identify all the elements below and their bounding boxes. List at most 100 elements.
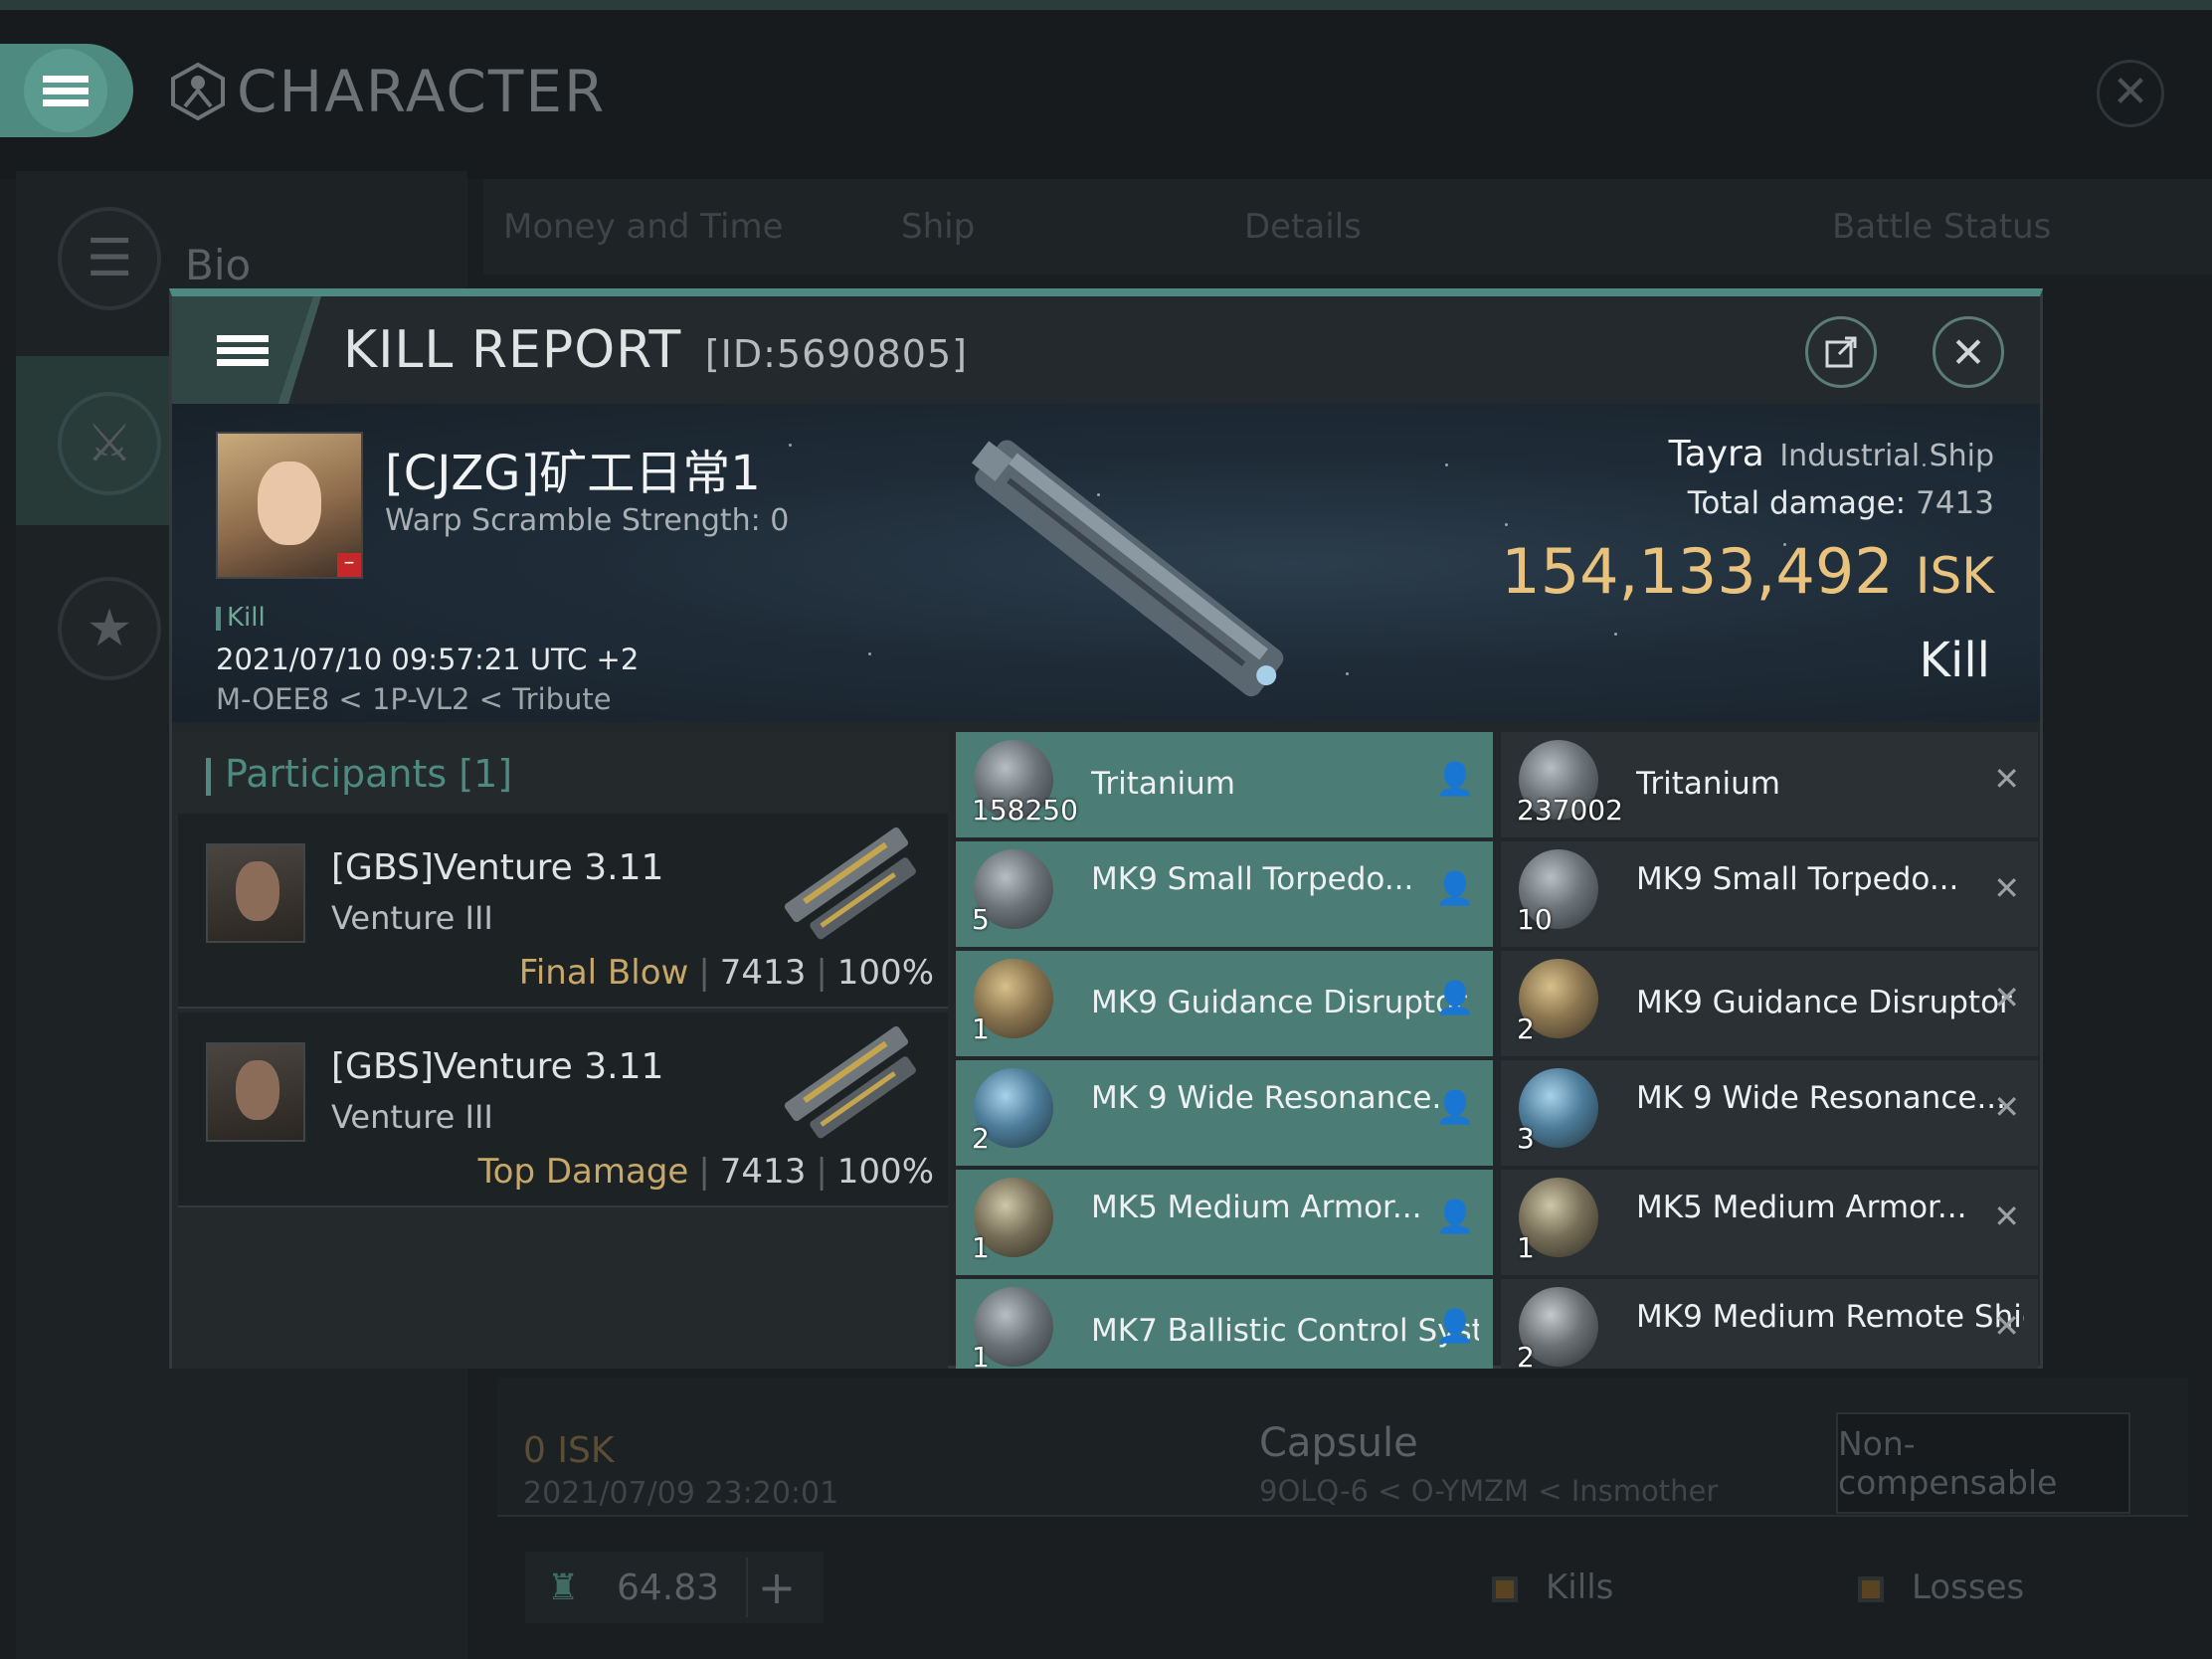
window-title-text: CHARACTER — [237, 58, 607, 125]
item-name: MK 9 Wide Resonance... — [1091, 1080, 1461, 1116]
participant-stats: Final Blow | 7413 | 100% — [518, 953, 934, 993]
losses-checkbox-icon — [1858, 1575, 1884, 1602]
losses-filter[interactable]: Losses — [1858, 1567, 2024, 1607]
total-damage-value: 7413 — [1916, 485, 1994, 521]
non-compensable-badge: Non-compensable — [1836, 1412, 2130, 1514]
items-list: 158250 Tritanium 👤 5 MK9 Small Torpedo..… — [956, 732, 2040, 1369]
kills-filter[interactable]: Kills — [1492, 1567, 1613, 1607]
kill-report-id: [ID:5690805] — [704, 332, 968, 376]
destroyed-item[interactable]: 237002 Tritanium ✕ — [1501, 732, 2038, 837]
dropped-item[interactable]: 1 MK5 Medium Armor... 👤 — [956, 1170, 1493, 1275]
tab-ship[interactable]: Ship — [901, 207, 975, 247]
participants-header-text: Participants [1] — [225, 752, 513, 796]
loss-ship-name: Capsule — [1259, 1420, 1418, 1466]
participant-name: [GBS]Venture 3.11 — [331, 1046, 664, 1087]
item-quantity: 2 — [1517, 1013, 1535, 1045]
kill-type-label: Kill — [227, 603, 266, 633]
item-quantity: 1 — [1517, 1231, 1535, 1264]
character-icon — [171, 62, 225, 121]
tab-battle-status[interactable]: Battle Status — [1832, 207, 2051, 247]
ship-type[interactable]: Tayra Industrial Ship — [1669, 434, 1994, 474]
participants-panel: Participants [1] [GBS]Venture 3.11 Ventu… — [172, 732, 948, 1369]
character-close-button[interactable]: ✕ — [2097, 60, 2164, 127]
plex-value: 64.83 — [617, 1567, 720, 1608]
background-tabs: Money and Time Ship Details Battle Statu… — [483, 179, 2212, 275]
destroyed-item[interactable]: 2 MK9 Medium Remote Shield ... ✕ — [1501, 1279, 2038, 1369]
destroyed-item[interactable]: 1 MK5 Medium Armor... ✕ — [1501, 1170, 2038, 1275]
kill-report-close-button[interactable]: ✕ — [1933, 316, 2004, 388]
item-quantity: 5 — [972, 903, 990, 936]
participant-ship: Venture III — [331, 899, 493, 937]
share-button[interactable] — [1805, 316, 1877, 388]
kill-report-header: KILL REPORT [ID:5690805] ✕ — [172, 296, 2040, 404]
participant-row[interactable]: [GBS]Venture 3.11 Venture III Final Blow… — [178, 814, 948, 1009]
dropped-item[interactable]: 158250 Tritanium 👤 — [956, 732, 1493, 837]
item-quantity: 1 — [972, 1231, 990, 1264]
tab-details[interactable]: Details — [1244, 207, 1362, 247]
item-name: MK7 Ballistic Control System — [1091, 1313, 1479, 1349]
participant-stats: Top Damage | 7413 | 100% — [477, 1152, 934, 1192]
hamburger-icon — [24, 49, 107, 132]
kill-report-dialog: KILL REPORT [ID:5690805] ✕ – [CJZG]矿工日常1… — [169, 288, 2043, 1369]
dropped-item[interactable]: 1 MK7 Ballistic Control System 👤 — [956, 1279, 1493, 1369]
participant-damage: 7413 — [719, 953, 807, 993]
isk-loss-value: 154,133,492 ISK — [1501, 535, 1994, 608]
dropped-item[interactable]: 2 MK 9 Wide Resonance... 👤 — [956, 1060, 1493, 1166]
victim-name[interactable]: [CJZG]矿工日常1 — [385, 434, 761, 503]
plex-icon: ♜ — [547, 1567, 580, 1608]
destroyed-x-icon: ✕ — [1993, 979, 2020, 1016]
destroyed-item[interactable]: 3 MK 9 Wide Resonance... ✕ — [1501, 1060, 2038, 1166]
add-plex-button[interactable]: + — [746, 1558, 806, 1617]
total-damage: Total damage: 7413 — [1688, 485, 1994, 521]
kill-type-tag: Kill — [216, 603, 266, 633]
kill-report-title-text: KILL REPORT — [343, 320, 682, 380]
victim-banner: – [CJZG]矿工日常1 Warp Scramble Strength: 0 … — [172, 404, 2040, 722]
participant-damage: 7413 — [719, 1152, 807, 1192]
close-icon: ✕ — [1950, 327, 1986, 377]
participants-header: Participants [1] — [206, 752, 512, 796]
crossed-swords-icon: ⚔ — [58, 392, 161, 495]
destroyed-x-icon: ✕ — [1993, 1307, 2020, 1345]
participant-ship: Venture III — [331, 1098, 493, 1136]
destroyed-x-icon: ✕ — [1993, 760, 2020, 798]
kill-location[interactable]: M-OEE8 < 1P-VL2 < Tribute — [216, 682, 612, 716]
total-damage-label: Total damage: — [1687, 485, 1907, 521]
isk-amount: 154,133,492 — [1501, 535, 1894, 608]
item-name: MK 9 Wide Resonance... — [1636, 1080, 2006, 1116]
victim-portrait[interactable]: – — [216, 432, 363, 579]
ship-class: Industrial Ship — [1779, 439, 1994, 473]
dropped-item[interactable]: 5 MK9 Small Torpedo... 👤 — [956, 841, 1493, 947]
item-name: Tritanium — [1636, 766, 1780, 802]
participant-portrait — [206, 843, 305, 943]
item-quantity: 3 — [1517, 1122, 1535, 1155]
dropped-person-icon: 👤 — [1435, 760, 1475, 798]
dropped-person-icon: 👤 — [1435, 979, 1475, 1016]
item-quantity: 1 — [972, 1341, 990, 1369]
venture-ship-image — [784, 827, 916, 940]
item-name: MK9 Guidance Disruptor — [1636, 985, 2012, 1020]
dropped-item[interactable]: 1 MK9 Guidance Disruptor 👤 — [956, 951, 1493, 1056]
venture-ship-image — [784, 1025, 916, 1139]
item-quantity: 2 — [972, 1122, 990, 1155]
close-icon: ✕ — [2112, 67, 2149, 117]
item-quantity: 10 — [1517, 903, 1553, 936]
loss-date: 2021/07/09 23:20:01 — [523, 1476, 839, 1511]
main-menu-button[interactable] — [0, 44, 133, 137]
item-name: MK5 Medium Armor... — [1091, 1190, 1422, 1225]
participant-portrait — [206, 1042, 305, 1142]
destroyed-item[interactable]: 2 MK9 Guidance Disruptor ✕ — [1501, 951, 2038, 1056]
kills-checkbox-icon — [1492, 1575, 1518, 1602]
item-name: MK9 Small Torpedo... — [1636, 861, 1959, 897]
loss-location: 9OLQ-6 < O-YMZM < Insmother — [1259, 1474, 1719, 1508]
plex-counter: ♜ 64.83 + — [525, 1552, 824, 1623]
participant-row[interactable]: [GBS]Venture 3.11 Venture III Top Damage… — [178, 1013, 948, 1207]
dropped-person-icon: 👤 — [1435, 1198, 1475, 1235]
isk-unit: ISK — [1915, 547, 1994, 605]
item-quantity: 237002 — [1517, 794, 1623, 827]
item-name: MK9 Guidance Disruptor — [1091, 985, 1467, 1020]
tab-money-and-time[interactable]: Money and Time — [503, 207, 784, 247]
destroyed-item[interactable]: 10 MK9 Small Torpedo... ✕ — [1501, 841, 2038, 947]
item-name: MK5 Medium Armor... — [1636, 1190, 1967, 1225]
losses-filter-label: Losses — [1912, 1567, 2025, 1607]
result-label: Kill — [1919, 633, 1990, 688]
